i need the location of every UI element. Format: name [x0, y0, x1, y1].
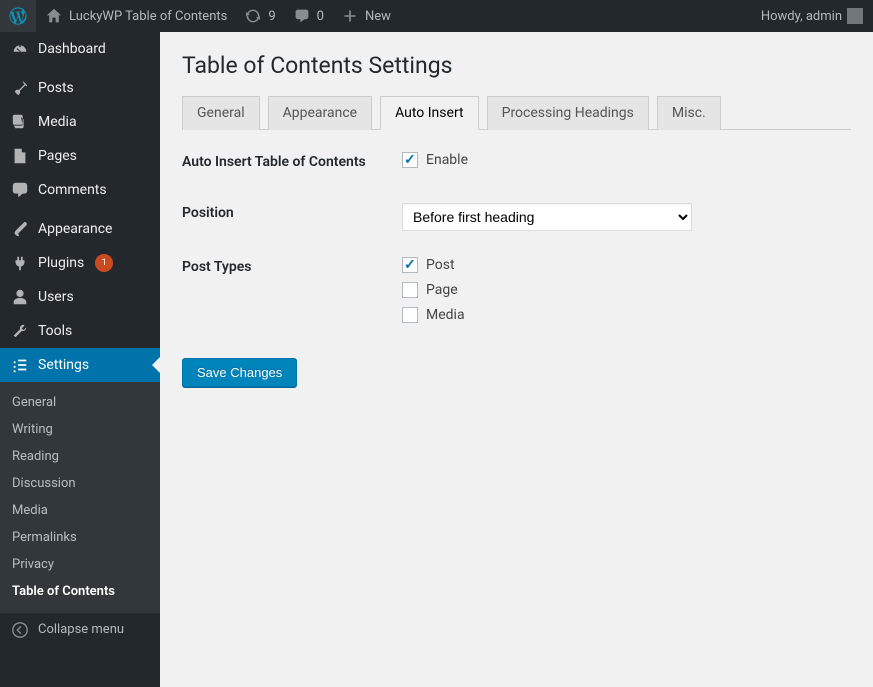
new-link[interactable]: New — [332, 0, 399, 32]
update-badge: 1 — [95, 254, 113, 272]
account-link[interactable]: Howdy, admin — [751, 0, 873, 32]
collapse-menu[interactable]: Collapse menu — [0, 612, 160, 646]
wp-logo[interactable] — [0, 0, 36, 32]
avatar — [847, 8, 863, 24]
enable-label: Enable — [426, 152, 468, 168]
post-type-checkbox-page[interactable] — [402, 282, 418, 298]
new-label: New — [365, 9, 391, 24]
post-type-checkbox-media[interactable] — [402, 307, 418, 323]
brush-icon — [10, 219, 30, 239]
admin-sidebar: DashboardPostsMediaPagesCommentsAppearan… — [0, 32, 160, 687]
tab-processing-headings[interactable]: Processing Headings — [487, 96, 649, 130]
enable-field[interactable]: Enable — [402, 152, 851, 168]
post-type-post[interactable]: Post — [402, 257, 851, 273]
enable-checkbox[interactable] — [402, 152, 418, 168]
save-button[interactable]: Save Changes — [182, 358, 297, 387]
post-type-media[interactable]: Media — [402, 307, 851, 323]
site-name: LuckyWP Table of Contents — [69, 9, 227, 24]
refresh-icon — [243, 6, 263, 26]
sidebar-item-dashboard[interactable]: Dashboard — [0, 32, 160, 66]
comment-icon — [292, 6, 312, 26]
submenu-item-table-of-contents[interactable]: Table of Contents — [0, 578, 160, 605]
submenu-item-permalinks[interactable]: Permalinks — [0, 524, 160, 551]
auto-insert-label: Auto Insert Table of Contents — [182, 152, 402, 177]
sidebar-item-tools[interactable]: Tools — [0, 314, 160, 348]
submenu-item-reading[interactable]: Reading — [0, 443, 160, 470]
page-title: Table of Contents Settings — [182, 52, 851, 79]
comment-icon — [10, 180, 30, 200]
sidebar-item-settings[interactable]: Settings — [0, 348, 160, 382]
submenu-item-writing[interactable]: Writing — [0, 416, 160, 443]
position-label: Position — [182, 203, 402, 231]
site-link[interactable]: LuckyWP Table of Contents — [36, 0, 235, 32]
updates-count: 9 — [268, 9, 275, 24]
comments-count: 0 — [317, 9, 324, 24]
wordpress-icon — [8, 6, 28, 26]
dashboard-icon — [10, 39, 30, 59]
sidebar-item-comments[interactable]: Comments — [0, 173, 160, 207]
sidebar-item-pages[interactable]: Pages — [0, 139, 160, 173]
tabs: GeneralAppearanceAuto InsertProcessing H… — [182, 95, 851, 130]
user-icon — [10, 287, 30, 307]
comments-link[interactable]: 0 — [284, 0, 332, 32]
updates-link[interactable]: 9 — [235, 0, 283, 32]
tab-misc-[interactable]: Misc. — [657, 96, 721, 130]
settings-submenu: GeneralWritingReadingDiscussionMediaPerm… — [0, 382, 160, 612]
main-content: Table of Contents Settings GeneralAppear… — [160, 32, 873, 687]
pin-icon — [10, 78, 30, 98]
post-types-label: Post Types — [182, 257, 402, 332]
sidebar-item-posts[interactable]: Posts — [0, 71, 160, 105]
plug-icon — [10, 253, 30, 273]
collapse-label: Collapse menu — [38, 622, 124, 637]
admin-bar: LuckyWP Table of Contents 9 0 New Howdy,… — [0, 0, 873, 32]
sidebar-item-plugins[interactable]: Plugins1 — [0, 246, 160, 280]
sidebar-item-appearance[interactable]: Appearance — [0, 212, 160, 246]
submenu-item-privacy[interactable]: Privacy — [0, 551, 160, 578]
collapse-icon — [10, 620, 30, 640]
wrench-icon — [10, 321, 30, 341]
submenu-item-general[interactable]: General — [0, 389, 160, 416]
submenu-item-media[interactable]: Media — [0, 497, 160, 524]
tab-general[interactable]: General — [182, 96, 260, 130]
plus-icon — [340, 6, 360, 26]
submenu-item-discussion[interactable]: Discussion — [0, 470, 160, 497]
position-select[interactable]: Before first heading — [402, 203, 692, 231]
sidebar-item-users[interactable]: Users — [0, 280, 160, 314]
tab-appearance[interactable]: Appearance — [268, 96, 372, 130]
page-icon — [10, 146, 30, 166]
sidebar-item-media[interactable]: Media — [0, 105, 160, 139]
tab-auto-insert[interactable]: Auto Insert — [380, 96, 479, 130]
howdy-text: Howdy, admin — [761, 9, 842, 24]
media-icon — [10, 112, 30, 132]
post-type-checkbox-post[interactable] — [402, 257, 418, 273]
post-type-page[interactable]: Page — [402, 282, 851, 298]
home-icon — [44, 6, 64, 26]
cog-icon — [10, 355, 30, 375]
